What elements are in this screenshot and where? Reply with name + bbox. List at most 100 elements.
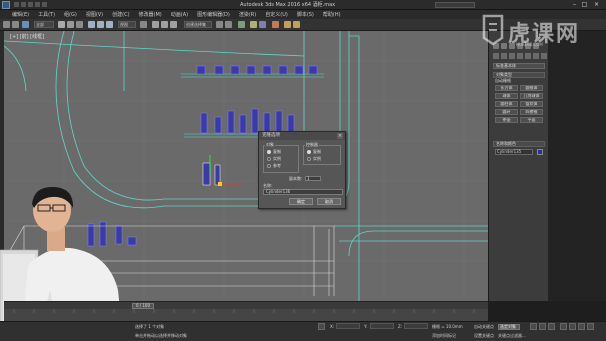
redo-icon[interactable] — [42, 2, 47, 7]
prompt-hint: 单击并拖动以选择并移动对象 — [135, 333, 187, 338]
undo-icon[interactable] — [35, 2, 40, 7]
render-setup-icon[interactable] — [284, 21, 291, 28]
search-input[interactable] — [435, 2, 475, 8]
cameras-icon[interactable] — [517, 53, 523, 59]
radio-controller-instance[interactable]: 实例 — [307, 156, 321, 162]
radio-copy-dot[interactable] — [267, 150, 271, 154]
z-coord-field[interactable] — [404, 323, 428, 329]
select-object-icon[interactable] — [58, 21, 65, 28]
menu-animation[interactable]: 动画(A) — [171, 11, 188, 18]
category-dropdown[interactable]: 标准基本体 — [493, 63, 545, 69]
count-input[interactable]: 1 — [305, 176, 321, 181]
menu-help[interactable]: 帮助(H) — [323, 11, 341, 18]
menu-customize[interactable]: 自定义(U) — [265, 11, 288, 18]
radio-controller-instance-dot[interactable] — [307, 157, 311, 161]
schematic-view-icon[interactable] — [259, 21, 266, 28]
link-icon[interactable] — [22, 21, 29, 28]
radio-reference-dot[interactable] — [267, 164, 271, 168]
dialog-close-button[interactable]: × — [337, 133, 343, 139]
grid-size: 栅格 = 10.0mm — [432, 324, 463, 329]
watermark-logo-icon — [482, 14, 504, 46]
name-input[interactable]: Cylinder136 — [263, 189, 343, 195]
systems-icon[interactable] — [541, 53, 547, 59]
y-coord-field[interactable] — [370, 323, 394, 329]
new-file-icon[interactable] — [14, 2, 19, 7]
name-color-rollout[interactable]: 名称和颜色 — [493, 141, 545, 147]
menu-rendering[interactable]: 渲染(R) — [239, 11, 256, 18]
add-time-tag[interactable]: 添加时间标记 — [432, 333, 456, 339]
play-icon[interactable] — [539, 323, 546, 330]
radio-controller-copy[interactable]: 复制 — [307, 149, 321, 155]
mirror-icon[interactable] — [216, 21, 223, 28]
dialog-title: 克隆选项 — [259, 132, 345, 140]
named-selection-dropdown[interactable]: 创建选择集 — [184, 21, 212, 28]
open-file-icon[interactable] — [21, 2, 26, 7]
redo-icon[interactable] — [12, 21, 19, 28]
box-button[interactable]: 长方体 — [495, 85, 518, 91]
render-icon[interactable] — [293, 21, 300, 28]
geometry-icon[interactable] — [493, 53, 499, 59]
radio-controller-copy-dot[interactable] — [307, 150, 311, 154]
teapot-button[interactable]: 茶壶 — [495, 117, 518, 123]
go-to-end-icon[interactable] — [548, 323, 555, 330]
object-color-swatch[interactable] — [537, 149, 543, 155]
lock-selection-icon[interactable] — [318, 323, 325, 330]
rectangle-selection-icon[interactable] — [76, 21, 83, 28]
menu-graph-editors[interactable]: 图形编辑器(D) — [197, 11, 230, 18]
lights-icon[interactable] — [509, 53, 515, 59]
orbit-icon[interactable] — [578, 323, 585, 330]
curve-editor-icon[interactable] — [250, 21, 257, 28]
menu-edit[interactable]: 编辑(E) — [12, 11, 29, 18]
pyramid-button[interactable]: 四棱锥 — [520, 109, 543, 115]
set-key-label[interactable]: 设置关键点 — [474, 333, 494, 339]
cancel-button[interactable]: 取消 — [317, 198, 341, 205]
maximize-viewport-icon[interactable] — [587, 323, 594, 330]
save-file-icon[interactable] — [28, 2, 33, 7]
undo-icon[interactable] — [3, 21, 10, 28]
radio-copy[interactable]: 复制 — [267, 149, 281, 155]
select-by-name-icon[interactable] — [67, 21, 74, 28]
selection-filter-dropdown[interactable]: 全部 — [34, 21, 54, 28]
sphere-button[interactable]: 球体 — [495, 93, 518, 99]
layer-icon[interactable] — [238, 21, 245, 28]
angle-snap-icon[interactable] — [161, 21, 168, 28]
menu-modifiers[interactable]: 修改器(M) — [139, 11, 162, 18]
menu-scripting[interactable]: 脚本(S) — [297, 11, 314, 18]
geosphere-button[interactable]: 几何球体 — [520, 93, 543, 99]
menu-group[interactable]: 组(G) — [64, 11, 77, 18]
menu-tools[interactable]: 工具(T) — [38, 11, 55, 18]
align-icon[interactable] — [225, 21, 232, 28]
radio-reference[interactable]: 参考 — [267, 163, 281, 169]
tube-button[interactable]: 管状体 — [520, 101, 543, 107]
go-to-start-icon[interactable] — [530, 323, 537, 330]
cone-button[interactable]: 圆锥体 — [520, 85, 543, 91]
cylinder-button[interactable]: 圆柱体 — [495, 101, 518, 107]
menu-create[interactable]: 创建(C) — [112, 11, 129, 18]
torus-button[interactable]: 圆环 — [495, 109, 518, 115]
radio-instance[interactable]: 实例 — [267, 156, 281, 162]
key-filters-button[interactable]: 关键点过滤器... — [498, 333, 526, 339]
snap-icon[interactable] — [152, 21, 159, 28]
rotate-icon[interactable] — [97, 21, 104, 28]
plane-button[interactable]: 平面 — [520, 117, 543, 123]
x-coord-field[interactable] — [336, 323, 360, 329]
zoom-icon[interactable] — [560, 323, 567, 330]
viewport-label[interactable]: [+] [前] [线框] — [10, 33, 44, 40]
track-bar[interactable] — [4, 309, 488, 321]
spacewarps-icon[interactable] — [533, 53, 539, 59]
radio-instance-dot[interactable] — [267, 157, 271, 161]
app-logo-icon[interactable] — [2, 1, 10, 9]
reference-coordinate-dropdown[interactable]: 视图 — [118, 21, 136, 28]
helpers-icon[interactable] — [525, 53, 531, 59]
material-editor-icon[interactable] — [272, 21, 279, 28]
object-name-field[interactable]: Cylinder135 — [495, 149, 533, 155]
scale-icon[interactable] — [106, 21, 113, 28]
pivot-icon[interactable] — [140, 21, 147, 28]
percent-snap-icon[interactable] — [170, 21, 177, 28]
selected-object-dropdown[interactable]: 选定对象 — [498, 324, 520, 330]
pan-icon[interactable] — [569, 323, 576, 330]
ok-button[interactable]: 确定 — [289, 198, 313, 205]
move-icon[interactable] — [88, 21, 95, 28]
shapes-icon[interactable] — [501, 53, 507, 59]
menu-views[interactable]: 视图(V) — [86, 11, 103, 18]
